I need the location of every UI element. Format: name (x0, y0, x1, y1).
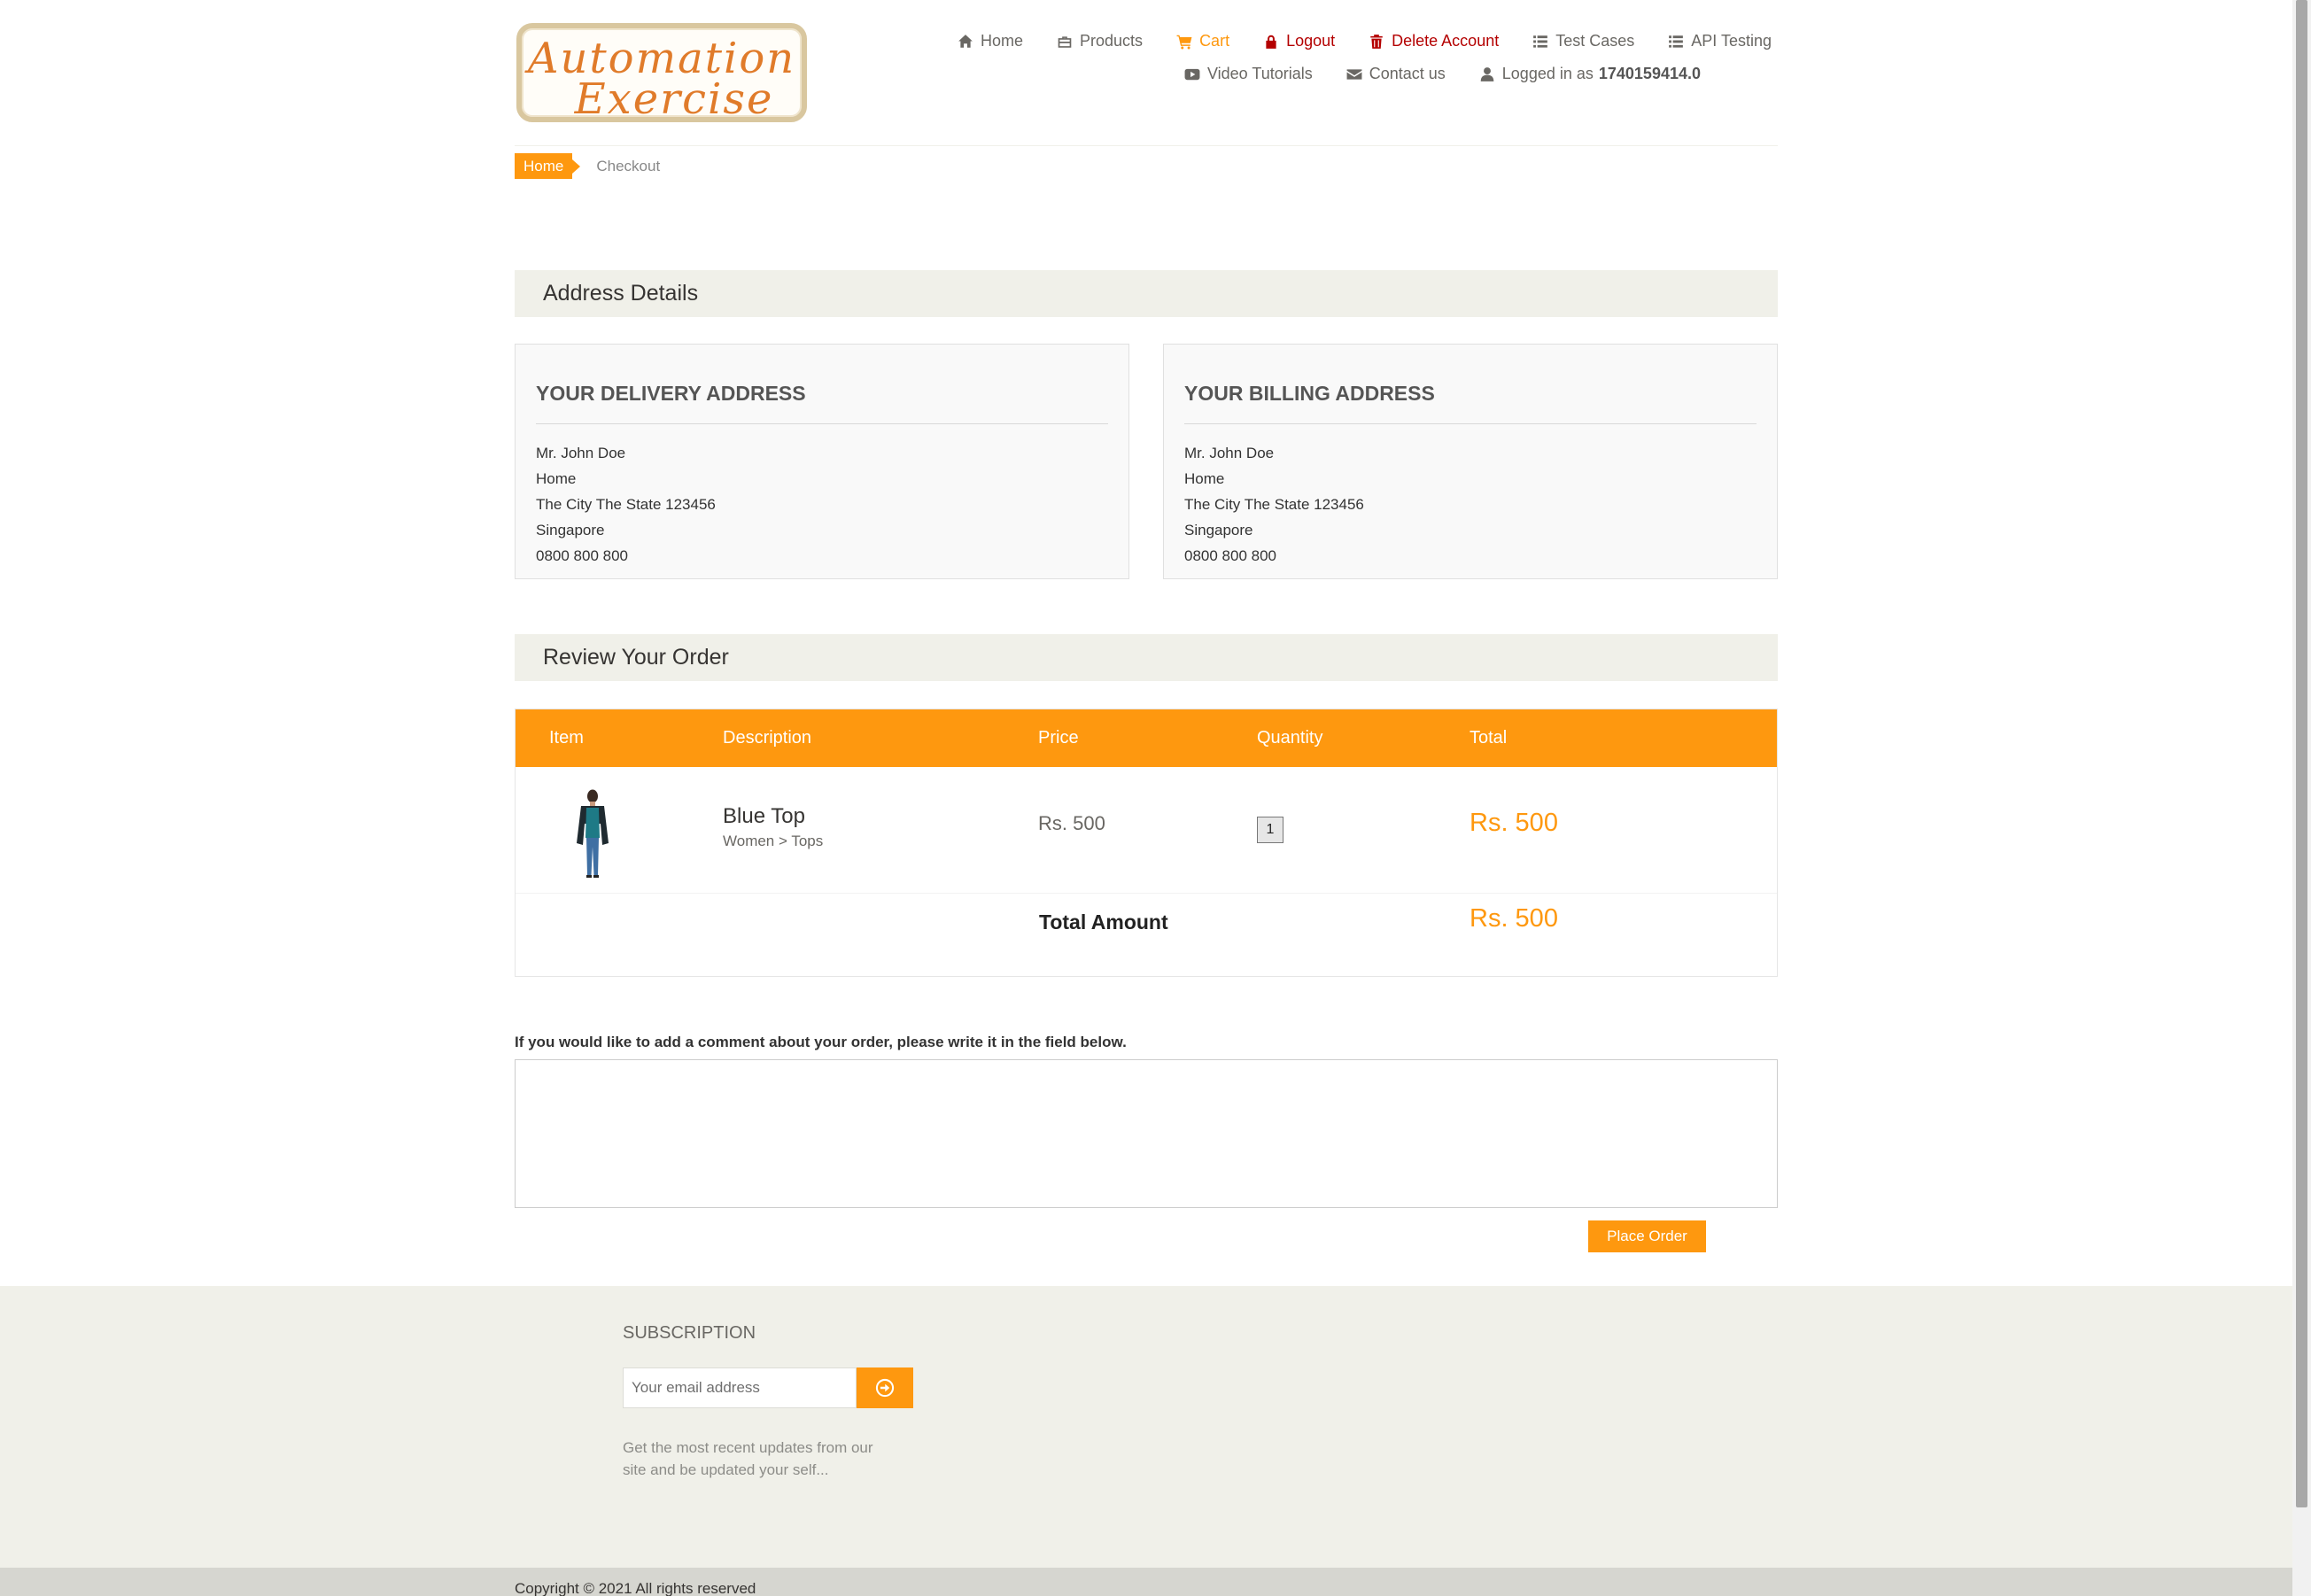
product-name-link[interactable]: Blue Top (723, 804, 805, 829)
nav-cart[interactable]: Cart (1176, 32, 1229, 50)
subscription-email-input[interactable] (623, 1367, 857, 1408)
billing-address-lines: Mr. John Doe Home The City The State 123… (1184, 424, 1757, 569)
nav-video-tutorials[interactable]: Video Tutorials (1184, 65, 1313, 83)
list-icon (1669, 35, 1684, 48)
nav-video-tutorials-label: Video Tutorials (1206, 65, 1313, 82)
delivery-address-phone: 0800 800 800 (536, 547, 628, 564)
envelope-icon (1346, 68, 1362, 80)
breadcrumb-current: Checkout (596, 157, 661, 174)
address-details-heading: Address Details (515, 270, 1778, 317)
youtube-play-icon (1184, 68, 1200, 80)
logged-in-label: Logged in as (1501, 65, 1594, 82)
nav-products[interactable]: Products (1057, 32, 1143, 50)
delivery-address-city-state-zip: The City The State 123456 (536, 496, 716, 513)
subscription-description: Get the most recent updates from our sit… (623, 1439, 873, 1478)
nav-products-label: Products (1080, 32, 1144, 50)
product-price: Rs. 500 (1038, 812, 1105, 834)
product-image[interactable] (569, 788, 617, 879)
place-order-button[interactable]: Place Order (1588, 1220, 1706, 1252)
nav-cart-label: Cart (1199, 32, 1230, 50)
billing-address-name: Mr. John Doe (1184, 445, 1275, 461)
delivery-address-lines: Mr. John Doe Home The City The State 123… (536, 424, 1108, 569)
nav-test-cases-label: Test Cases (1555, 32, 1635, 50)
footer-bottom: Copyright © 2021 All rights reserved (0, 1568, 2292, 1596)
billing-address-city-state-zip: The City The State 123456 (1184, 496, 1364, 513)
nav-contact-us-label: Contact us (1369, 65, 1446, 82)
nav-logout[interactable]: Logout (1263, 32, 1335, 50)
briefcase-icon (1058, 35, 1072, 48)
order-comment-label: If you would like to add a comment about… (515, 1034, 1127, 1050)
billing-address-box: YOUR BILLING ADDRESS Mr. John Doe Home T… (1163, 344, 1778, 579)
nav-test-cases[interactable]: Test Cases (1532, 32, 1634, 50)
billing-address-line1: Home (1184, 470, 1225, 487)
page-scrollbar[interactable] (2292, 0, 2311, 1596)
delivery-address-name: Mr. John Doe (536, 445, 626, 461)
total-amount-value: Rs. 500 (1470, 904, 1558, 933)
column-header-price: Price (1038, 728, 1079, 748)
nav-api-testing-label: API Testing (1691, 32, 1772, 50)
column-header-total: Total (1470, 728, 1508, 748)
home-icon (958, 34, 973, 48)
delivery-address-country: Singapore (536, 522, 605, 538)
delivery-address-title: YOUR DELIVERY ADDRESS (536, 345, 1108, 424)
product-category: Women > Tops (723, 833, 824, 849)
site-header: Automation Exercise Home Products Cart L… (0, 0, 2292, 147)
copyright-text: Copyright © 2021 All rights reserved (515, 1580, 756, 1596)
delivery-address-box: YOUR DELIVERY ADDRESS Mr. John Doe Home … (515, 344, 1129, 579)
list-icon (1533, 35, 1548, 48)
trash-icon (1370, 34, 1383, 49)
nav-row-secondary: Video Tutorials Contact us Logged in as … (1151, 65, 1701, 83)
total-amount-row: Total Amount Rs. 500 (516, 894, 1777, 977)
subscribe-button[interactable] (857, 1367, 913, 1408)
logged-in-username: 1740159414.0 (1598, 65, 1701, 82)
product-quantity: 1 (1257, 817, 1283, 843)
arrow-circle-right-icon (875, 1378, 895, 1398)
delivery-address-line1: Home (536, 470, 577, 487)
column-header-quantity: Quantity (1257, 728, 1323, 748)
product-total-price: Rs. 500 (1470, 809, 1558, 837)
site-logo[interactable]: Automation Exercise (516, 23, 807, 124)
breadcrumb-home[interactable]: Home (515, 153, 581, 179)
column-header-description: Description (723, 728, 812, 748)
order-comment-textarea[interactable] (515, 1059, 1778, 1208)
billing-address-title: YOUR BILLING ADDRESS (1184, 345, 1757, 424)
billing-address-phone: 0800 800 800 (1184, 547, 1276, 564)
table-row: Blue Top Women > Tops Rs. 500 1 Rs. 500 (516, 767, 1777, 894)
scrollbar-thumb[interactable] (2296, 0, 2307, 1507)
nav-row-primary: Home Products Cart Logout Delete Account… (924, 32, 1772, 50)
nav-delete-account[interactable]: Delete Account (1369, 32, 1499, 50)
logo-text-exercise: Exercise (574, 74, 774, 124)
lock-icon (1266, 35, 1276, 49)
main-nav: Home Products Cart Logout Delete Account… (921, 32, 1772, 94)
nav-api-testing[interactable]: API Testing (1668, 32, 1772, 50)
order-table-header: Item Description Price Quantity Total (516, 709, 1777, 767)
total-amount-label: Total Amount (1039, 910, 1168, 934)
order-table: Item Description Price Quantity Total Bl… (515, 709, 1778, 977)
nav-logout-label: Logout (1286, 32, 1336, 50)
shopping-cart-icon (1176, 35, 1192, 49)
column-header-item: Item (549, 728, 584, 748)
nav-home-label: Home (981, 32, 1024, 50)
header-divider (515, 145, 1778, 146)
breadcrumb: Home Checkout (515, 153, 660, 179)
review-order-heading: Review Your Order (515, 634, 1778, 681)
logged-in-status: Logged in as 1740159414.0 (1479, 65, 1701, 83)
footer-widget: SUBSCRIPTION Get the most recent updates… (0, 1286, 2292, 1568)
nav-delete-account-label: Delete Account (1392, 32, 1500, 50)
user-icon (1480, 66, 1494, 81)
billing-address-country: Singapore (1184, 522, 1253, 538)
subscription-title: SUBSCRIPTION (623, 1323, 756, 1343)
nav-contact-us[interactable]: Contact us (1346, 65, 1446, 83)
nav-home[interactable]: Home (958, 32, 1023, 50)
